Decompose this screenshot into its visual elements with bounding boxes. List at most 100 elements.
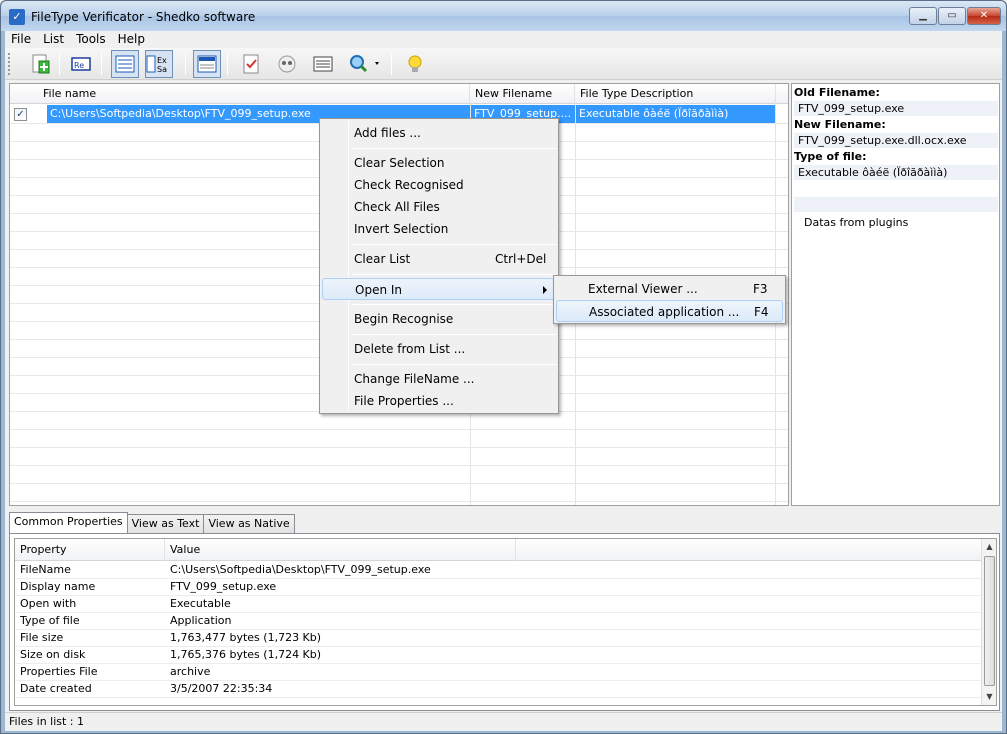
list-view-icon — [115, 55, 135, 73]
recognise-button[interactable] — [273, 50, 301, 78]
menu-shortcut: Ctrl+Del — [495, 252, 547, 266]
column-file-type-description[interactable]: File Type Description — [576, 84, 776, 104]
menu-change-filename[interactable]: Change FileName ... — [322, 368, 556, 390]
view-extended-button[interactable]: Ex Sa — [145, 50, 173, 78]
menu-separator — [352, 334, 556, 335]
view-detailed-button[interactable] — [193, 50, 221, 78]
menu-clear-selection[interactable]: Clear Selection — [322, 152, 556, 174]
column-file-name[interactable]: File name — [10, 84, 470, 104]
view-list-button[interactable] — [111, 50, 139, 78]
properties-list[interactable]: Property Value FileName C:\Users\Softpedi… — [14, 538, 997, 706]
toolbar-separator — [185, 53, 186, 75]
menu-external-viewer[interactable]: External Viewer ... F3 — [556, 278, 783, 300]
column-value[interactable]: Value — [165, 539, 516, 561]
property-name: Type of file — [20, 614, 80, 627]
extension-view-icon: ExSa — [146, 55, 167, 74]
property-name: Date created — [20, 682, 92, 695]
scroll-down-icon[interactable]: ▼ — [982, 689, 996, 704]
menu-item-label: Delete from List ... — [354, 342, 466, 356]
toolbar: Re Ex Sa — [5, 48, 1002, 80]
menu-begin-recognise[interactable]: Begin Recognise — [322, 308, 556, 330]
info-blank-row — [794, 197, 998, 212]
properties-panel: Property Value FileName C:\Users\Softpedi… — [9, 533, 1000, 711]
menu-item-label: External Viewer ... — [588, 282, 698, 296]
menu-tools[interactable]: Tools — [70, 31, 112, 47]
title-bar[interactable]: ✓ FileType Verificator - Shedko software… — [1, 1, 1006, 31]
status-bar: Files in list : 1 — [5, 712, 1002, 731]
scroll-thumb[interactable] — [984, 556, 995, 686]
menubar: File List Tools Help — [5, 31, 1002, 47]
menu-add-files[interactable]: Add files ... — [322, 122, 556, 144]
menu-file-properties[interactable]: File Properties ... — [322, 390, 556, 412]
check-document-icon — [243, 54, 259, 74]
property-value: Executable — [170, 597, 231, 610]
menu-help[interactable]: Help — [112, 31, 151, 47]
vertical-scrollbar[interactable]: ▲ ▼ — [981, 539, 996, 705]
new-filename-value: FTV_099_setup.exe.dll.ocx.exe — [794, 133, 998, 148]
menu-clear-list[interactable]: Clear List Ctrl+Del — [322, 248, 556, 270]
menu-check-recognised[interactable]: Check Recognised — [322, 174, 556, 196]
recognise-icon — [278, 55, 296, 73]
menu-delete-from-list[interactable]: Delete from List ... — [322, 338, 556, 360]
menu-item-label: Open In — [355, 283, 403, 297]
tip-button[interactable] — [401, 50, 429, 78]
menu-separator — [352, 148, 556, 149]
detail-view-icon — [197, 55, 217, 73]
scroll-up-icon[interactable]: ▲ — [982, 539, 996, 554]
property-value: 1,763,477 bytes (1,723 Kb) — [170, 631, 322, 644]
toolbar-grip[interactable] — [8, 53, 11, 75]
table-row[interactable]: Open with Executable — [15, 596, 981, 613]
menu-shortcut: F4 — [754, 305, 769, 319]
tab-strip: Common Properties View as Text View as N… — [9, 512, 295, 533]
plugins-label: Datas from plugins — [804, 216, 909, 229]
property-value: archive — [170, 665, 211, 678]
table-row[interactable]: Type of file Application — [15, 613, 981, 630]
row-checkbox[interactable]: ✓ — [14, 108, 27, 121]
column-property[interactable]: Property — [15, 539, 165, 561]
close-button[interactable]: ✕ — [967, 7, 1001, 25]
new-filename-label: New Filename: — [794, 118, 886, 131]
row-line — [10, 465, 788, 466]
tab-view-as-native[interactable]: View as Native — [203, 514, 295, 533]
properties-header: Property Value — [15, 539, 981, 561]
cell-file-type[interactable]: Executable ôàéë (Ïðîãðàììà) — [576, 105, 775, 123]
row-line — [10, 447, 788, 448]
sa-label: Sa — [157, 65, 167, 74]
menu-item-label: Invert Selection — [354, 222, 449, 236]
table-row[interactable]: File size 1,763,477 bytes (1,723 Kb) — [15, 630, 981, 647]
row-line — [10, 483, 788, 484]
property-name: File size — [20, 631, 64, 644]
table-row[interactable]: FileName C:\Users\Softpedia\Desktop\FTV_0… — [15, 562, 981, 579]
menu-check-all-files[interactable]: Check All Files — [322, 196, 556, 218]
table-row[interactable]: Properties File archive — [15, 664, 981, 681]
menu-open-in[interactable]: Open In — [322, 278, 556, 300]
menu-file[interactable]: File — [5, 31, 37, 47]
property-value: FTV_099_setup.exe — [170, 580, 277, 593]
property-name: FileName — [20, 563, 71, 576]
row-line — [10, 501, 788, 502]
table-row[interactable]: Size on disk 1,765,376 bytes (1,724 Kb) — [15, 647, 981, 664]
old-filename-value: FTV_099_setup.exe — [794, 101, 998, 116]
list-view-button[interactable] — [309, 50, 337, 78]
menu-item-label: File Properties ... — [354, 394, 454, 408]
search-button[interactable] — [345, 50, 385, 78]
menu-associated-application[interactable]: Associated application ... F4 — [556, 300, 783, 322]
maximize-button[interactable]: ▭ — [938, 7, 966, 25]
menu-invert-selection[interactable]: Invert Selection — [322, 218, 556, 240]
column-new-filename[interactable]: New Filename — [471, 84, 575, 104]
check-button[interactable] — [237, 50, 265, 78]
tab-view-as-text[interactable]: View as Text — [126, 514, 205, 533]
context-menu: Add files ... Clear Selection Check Reco… — [319, 118, 559, 414]
menu-separator — [352, 364, 556, 365]
menu-list[interactable]: List — [37, 31, 70, 47]
add-files-button[interactable] — [27, 50, 55, 78]
type-of-file-label: Type of file: — [794, 150, 867, 163]
tab-common-properties[interactable]: Common Properties — [9, 512, 128, 533]
minimize-button[interactable]: ▁ — [909, 7, 937, 25]
table-row[interactable]: Display name FTV_099_setup.exe — [15, 579, 981, 596]
table-row[interactable]: Date created 3/5/2007 22:35:34 — [15, 681, 981, 698]
toolbar-separator — [101, 53, 102, 75]
rename-button[interactable]: Re — [67, 50, 95, 78]
toolbar-separator — [227, 53, 228, 75]
info-panel: Old Filename: FTV_099_setup.exe New File… — [791, 83, 1000, 506]
